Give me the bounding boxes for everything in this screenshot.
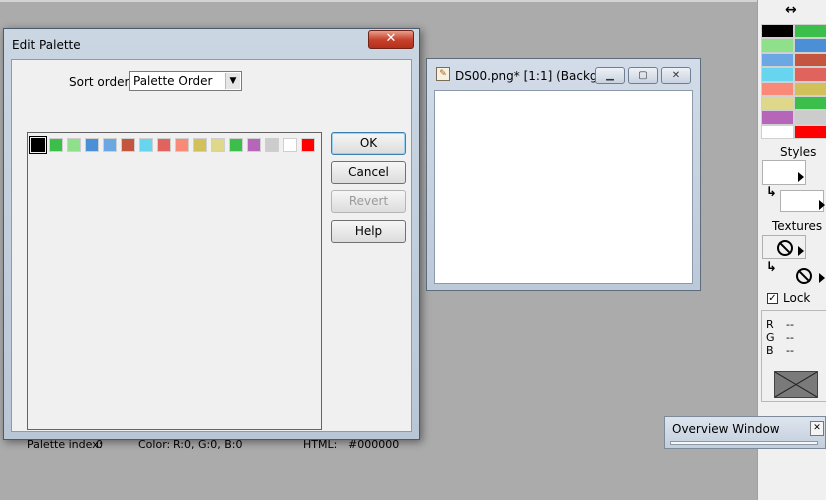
dialog-close-button[interactable]: ✕ [368, 30, 414, 49]
color-grid-swatch[interactable] [794, 24, 826, 39]
palette-swatch[interactable] [67, 138, 81, 152]
color-grid-swatch[interactable] [794, 67, 826, 82]
palette-swatch[interactable] [193, 138, 207, 152]
styles-label: Styles [780, 145, 817, 159]
html-value: #000000 [348, 438, 400, 451]
palette-index-label: Palette index: [27, 438, 103, 451]
color-grid-swatch[interactable] [761, 67, 794, 82]
revert-button[interactable]: Revert [331, 190, 406, 213]
image-file-icon: ✎ [436, 67, 450, 81]
color-grid [761, 24, 826, 140]
sort-order-value: Palette Order [133, 74, 213, 88]
palette-swatch[interactable] [121, 138, 135, 152]
overview-content-strip [670, 441, 818, 445]
cancel-button[interactable]: Cancel [331, 161, 406, 184]
html-label: HTML: [303, 438, 338, 451]
maximize-button[interactable]: ▢ [628, 67, 658, 84]
image-window-title: DS00.png* [1:1] (Backgr... [455, 69, 613, 83]
palette-swatch[interactable] [175, 138, 189, 152]
palette-swatch[interactable] [265, 138, 279, 152]
palette-swatch[interactable] [85, 138, 99, 152]
palette-swatch[interactable] [139, 138, 153, 152]
palette-swatch[interactable] [283, 138, 297, 152]
dialog-title: Edit Palette [12, 38, 81, 52]
palette-swatch[interactable] [29, 136, 47, 154]
textures-label: Textures [772, 219, 823, 233]
overview-window-title: Overview Window [672, 422, 780, 436]
color-preview-swatch [774, 371, 818, 398]
palette-swatch-area[interactable] [27, 132, 322, 430]
color-grid-swatch[interactable] [761, 52, 794, 68]
sort-order-select[interactable]: Palette Order ▼ [129, 71, 242, 91]
color-grid-swatch[interactable] [794, 95, 826, 111]
close-icon[interactable]: ✕ [810, 421, 824, 436]
palette-swatch[interactable] [157, 138, 171, 152]
sort-order-label: Sort order: [69, 75, 134, 89]
color-grid-swatch[interactable] [761, 81, 794, 96]
swap-styles-icon[interactable]: ↳ [766, 185, 777, 200]
style-dropdown-arrow-icon[interactable] [798, 172, 804, 182]
rgb-row-g: G -- [766, 331, 794, 344]
lock-label: Lock [783, 291, 811, 305]
help-button[interactable]: Help [331, 220, 406, 243]
ok-button[interactable]: OK [331, 132, 406, 155]
close-button[interactable]: ✕ [661, 67, 691, 84]
no-texture-icon [777, 240, 793, 256]
empty-preview-icon [774, 371, 818, 398]
palette-swatch[interactable] [247, 138, 261, 152]
rgb-readout: R -- G -- B -- [761, 310, 826, 402]
color-grid-swatch[interactable] [794, 38, 826, 53]
rgb-row-r: R -- [766, 318, 794, 331]
no-texture-icon-2 [796, 268, 812, 284]
color-grid-swatch[interactable] [761, 110, 794, 125]
color-grid-swatch[interactable] [761, 38, 794, 53]
palette-swatch[interactable] [229, 138, 243, 152]
color-grid-swatch[interactable] [794, 52, 826, 68]
palette-swatch[interactable] [49, 138, 63, 152]
overview-window[interactable]: Overview Window ✕ [664, 416, 826, 449]
color-grid-swatch[interactable] [761, 24, 794, 39]
edit-palette-dialog: Edit Palette ✕ Sort order: Palette Order… [3, 28, 420, 451]
lock-checkbox[interactable]: ✓ [767, 293, 778, 304]
texture-dropdown-arrow-icon[interactable] [798, 246, 804, 256]
color-value: R:0, G:0, B:0 [173, 438, 243, 451]
minimize-button[interactable]: ▁ [595, 67, 625, 84]
palette-swatch[interactable] [211, 138, 225, 152]
palette-swatches [29, 136, 319, 154]
color-label: Color: [138, 438, 171, 451]
dialog-body: Sort order: Palette Order ▼ OK Cancel Re… [11, 59, 412, 451]
top-strip [0, 0, 757, 2]
color-grid-swatch[interactable] [761, 95, 794, 111]
style-dropdown-arrow-icon-2[interactable] [819, 200, 825, 210]
texture-dropdown-arrow-icon-2[interactable] [819, 273, 825, 283]
rgb-row-b: B -- [766, 344, 794, 357]
color-grid-swatch[interactable] [794, 110, 826, 125]
style-swatch-bg[interactable] [780, 190, 824, 212]
color-grid-swatch[interactable] [761, 124, 794, 140]
palette-index-value: 0 [96, 438, 103, 451]
swap-textures-icon[interactable]: ↳ [766, 260, 777, 275]
swap-colors-icon[interactable]: ↔ [785, 2, 797, 18]
image-canvas[interactable] [434, 90, 693, 284]
palette-swatch[interactable] [301, 138, 315, 152]
palette-swatch[interactable] [103, 138, 117, 152]
chevron-down-icon[interactable]: ▼ [225, 73, 240, 89]
image-window[interactable]: ✎ DS00.png* [1:1] (Backgr... ▁ ▢ ✕ [426, 58, 701, 291]
color-grid-swatch[interactable] [794, 81, 826, 96]
color-grid-swatch[interactable] [794, 124, 826, 140]
